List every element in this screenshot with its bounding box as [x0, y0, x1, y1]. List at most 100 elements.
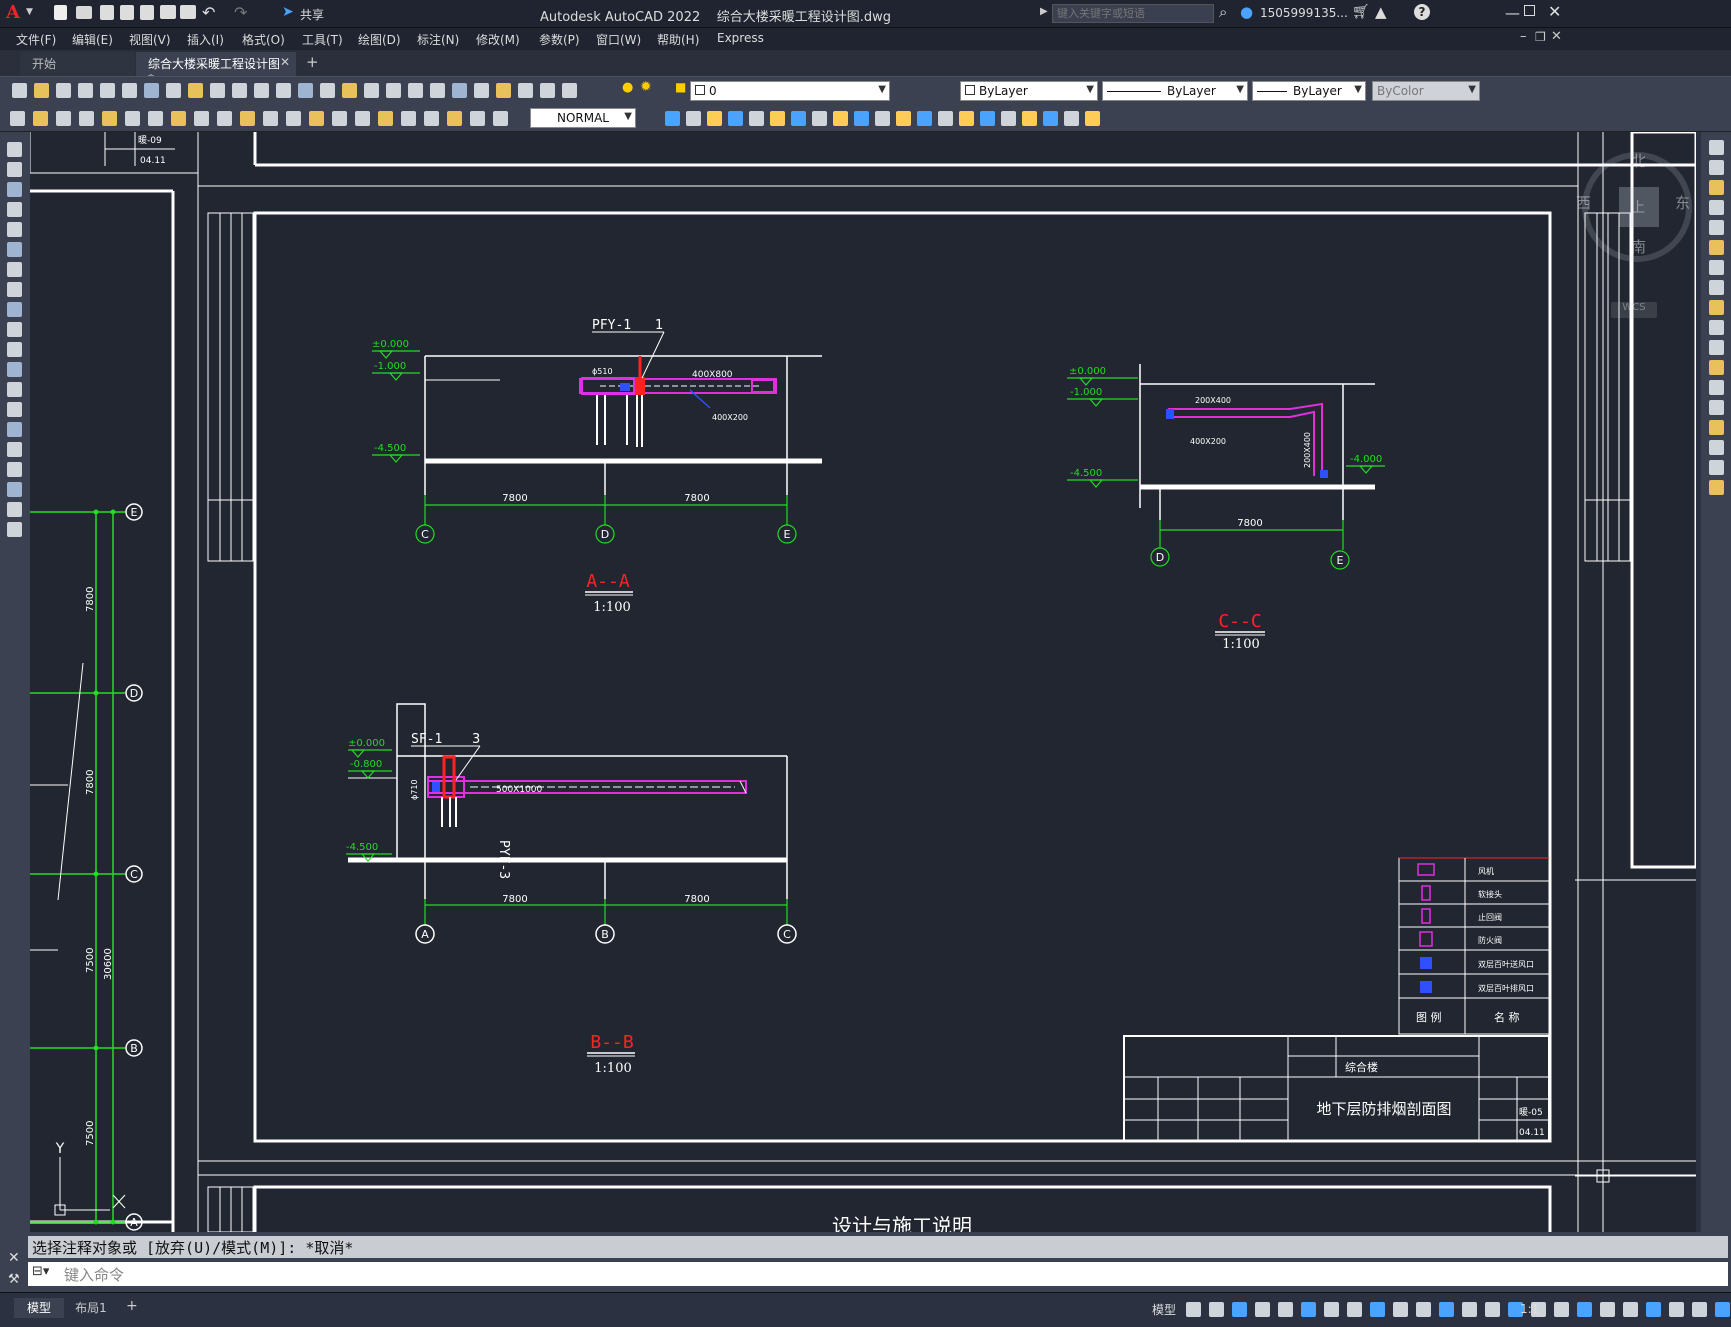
3d-print-icon[interactable]	[144, 83, 159, 98]
new-tab-icon[interactable]: +	[306, 53, 319, 71]
linetype-dropdown[interactable]: ByLayer ▼	[1102, 81, 1248, 101]
check-icon[interactable]	[1001, 111, 1016, 126]
close-icon[interactable]: ✕	[1548, 2, 1561, 21]
chamfer-icon[interactable]	[1709, 420, 1724, 435]
ellipse-arc-icon[interactable]	[7, 342, 22, 357]
layout-tab-1[interactable]: 布局1	[66, 1298, 116, 1318]
snap-icon[interactable]	[1209, 1302, 1224, 1317]
rectangle-icon[interactable]	[7, 222, 22, 237]
drawing-canvas[interactable]: 暖-09 04.11 E D C B A 7800 7800 7500 7500…	[30, 132, 1696, 1232]
dim-linear-icon[interactable]	[56, 111, 71, 126]
tab-close-icon[interactable]: ✕	[280, 55, 290, 69]
match-props-icon[interactable]	[232, 83, 247, 98]
mirror-icon[interactable]	[1709, 180, 1724, 195]
flatshot-icon[interactable]	[1043, 111, 1058, 126]
extrude-faces-icon[interactable]	[749, 111, 764, 126]
isodraft-icon[interactable]	[1324, 1302, 1339, 1317]
separate-icon[interactable]	[959, 111, 974, 126]
viewcube-face[interactable]: 上	[1619, 187, 1659, 227]
dim-break-icon[interactable]	[332, 111, 347, 126]
dim-continue-icon[interactable]	[286, 111, 301, 126]
menu-modify[interactable]: 修改(M)	[476, 31, 520, 48]
intersect-icon[interactable]	[707, 111, 722, 126]
move-icon[interactable]	[1709, 240, 1724, 255]
new-file-icon[interactable]	[54, 5, 67, 20]
lineweight-icon[interactable]	[1393, 1302, 1408, 1317]
add-layout-icon[interactable]: +	[126, 1298, 138, 1314]
isolate-icon[interactable]	[1646, 1302, 1661, 1317]
paste-icon[interactable]	[210, 83, 225, 98]
menu-insert[interactable]: 插入(I)	[187, 31, 224, 48]
spline-icon[interactable]	[7, 302, 22, 317]
doc-restore-icon[interactable]: ❐	[1535, 30, 1546, 44]
break-point-icon[interactable]	[1709, 360, 1724, 375]
menu-express[interactable]: Express	[717, 31, 764, 45]
move-faces-icon[interactable]	[770, 111, 785, 126]
fillet-icon[interactable]	[1709, 440, 1724, 455]
inspect-icon[interactable]	[401, 111, 416, 126]
mtext-icon[interactable]	[7, 502, 22, 517]
doc-close-icon[interactable]: ✕	[1551, 29, 1562, 44]
table-icon[interactable]	[7, 482, 22, 497]
dim-angular-icon[interactable]	[217, 111, 232, 126]
scale-icon[interactable]	[1709, 280, 1724, 295]
viewcube-west[interactable]: 西	[1576, 192, 1591, 213]
hardware-accel-icon[interactable]	[1669, 1302, 1684, 1317]
selection-cycle-icon[interactable]	[1439, 1302, 1454, 1317]
extract-edges-icon[interactable]	[728, 111, 743, 126]
qsave-icon[interactable]	[56, 83, 71, 98]
quickcalc-icon[interactable]	[518, 83, 533, 98]
grid-icon[interactable]	[1186, 1302, 1201, 1317]
add-selected-icon[interactable]	[7, 522, 22, 537]
color-faces-icon[interactable]	[896, 111, 911, 126]
sheet-set-icon[interactable]	[474, 83, 489, 98]
menu-edit[interactable]: 编辑(E)	[72, 31, 113, 48]
viewcube[interactable]: 上 北 南 东 西	[1576, 152, 1692, 262]
infer-icon[interactable]	[1232, 1302, 1247, 1317]
dim-quick-icon[interactable]	[240, 111, 255, 126]
gradient-icon[interactable]	[7, 442, 22, 457]
join-icon[interactable]	[1709, 400, 1724, 415]
lock-ui-icon[interactable]	[1623, 1302, 1638, 1317]
color-dropdown[interactable]: ByLayer ▼	[960, 81, 1098, 101]
plot-icon[interactable]	[78, 83, 93, 98]
dimstyle-dropdown[interactable]: NORMAL ▼	[530, 108, 636, 128]
dim-edit-icon[interactable]	[447, 111, 462, 126]
layer-bulb-icon[interactable]: ●	[622, 80, 633, 95]
circle-icon[interactable]	[7, 262, 22, 277]
dim-ordinate-icon[interactable]	[125, 111, 140, 126]
extend-icon[interactable]	[1709, 340, 1724, 355]
annotation-visibility-icon[interactable]	[1462, 1302, 1477, 1317]
render-icon[interactable]	[1085, 111, 1100, 126]
point-icon[interactable]	[7, 402, 22, 417]
dim-arc-icon[interactable]	[102, 111, 117, 126]
print-icon[interactable]	[160, 5, 176, 19]
polyline-icon[interactable]	[7, 182, 22, 197]
annotation-scale[interactable]: 1:1	[1520, 1302, 1539, 1316]
layer-sun-icon[interactable]: ✹	[640, 79, 652, 95]
arc-icon[interactable]	[7, 242, 22, 257]
cart-icon[interactable]: 🛒︎	[1352, 4, 1370, 20]
viewcube-south[interactable]: 南	[1631, 236, 1646, 257]
zoom-window-icon[interactable]	[364, 83, 379, 98]
dim-baseline-icon[interactable]	[263, 111, 278, 126]
array-icon[interactable]	[1709, 220, 1724, 235]
erase-icon[interactable]	[1709, 140, 1724, 155]
xline-icon[interactable]	[7, 162, 22, 177]
open-file-icon[interactable]	[76, 6, 92, 19]
command-close-icon[interactable]: ✕	[8, 1250, 20, 1266]
menu-draw[interactable]: 绘图(D)	[358, 31, 401, 48]
menu-file[interactable]: 文件(F)	[16, 31, 56, 48]
command-input[interactable]: ⊟▾ 键入命令	[28, 1262, 1728, 1286]
tab-drawing[interactable]: 综合大楼采暖工程设计图*✕	[136, 52, 296, 86]
menu-tools[interactable]: 工具(T)	[302, 31, 343, 48]
ellipse-icon[interactable]	[7, 322, 22, 337]
rotate-icon[interactable]	[1709, 260, 1724, 275]
model-space-button[interactable]: 模型	[1152, 1301, 1176, 1318]
quick-props-icon[interactable]	[1600, 1302, 1615, 1317]
dim-diameter-icon[interactable]	[194, 111, 209, 126]
dynamic-input-icon[interactable]	[1255, 1302, 1270, 1317]
publish-icon[interactable]	[122, 83, 137, 98]
markup-icon[interactable]	[496, 83, 511, 98]
redo-icon[interactable]: ↷	[234, 3, 247, 22]
